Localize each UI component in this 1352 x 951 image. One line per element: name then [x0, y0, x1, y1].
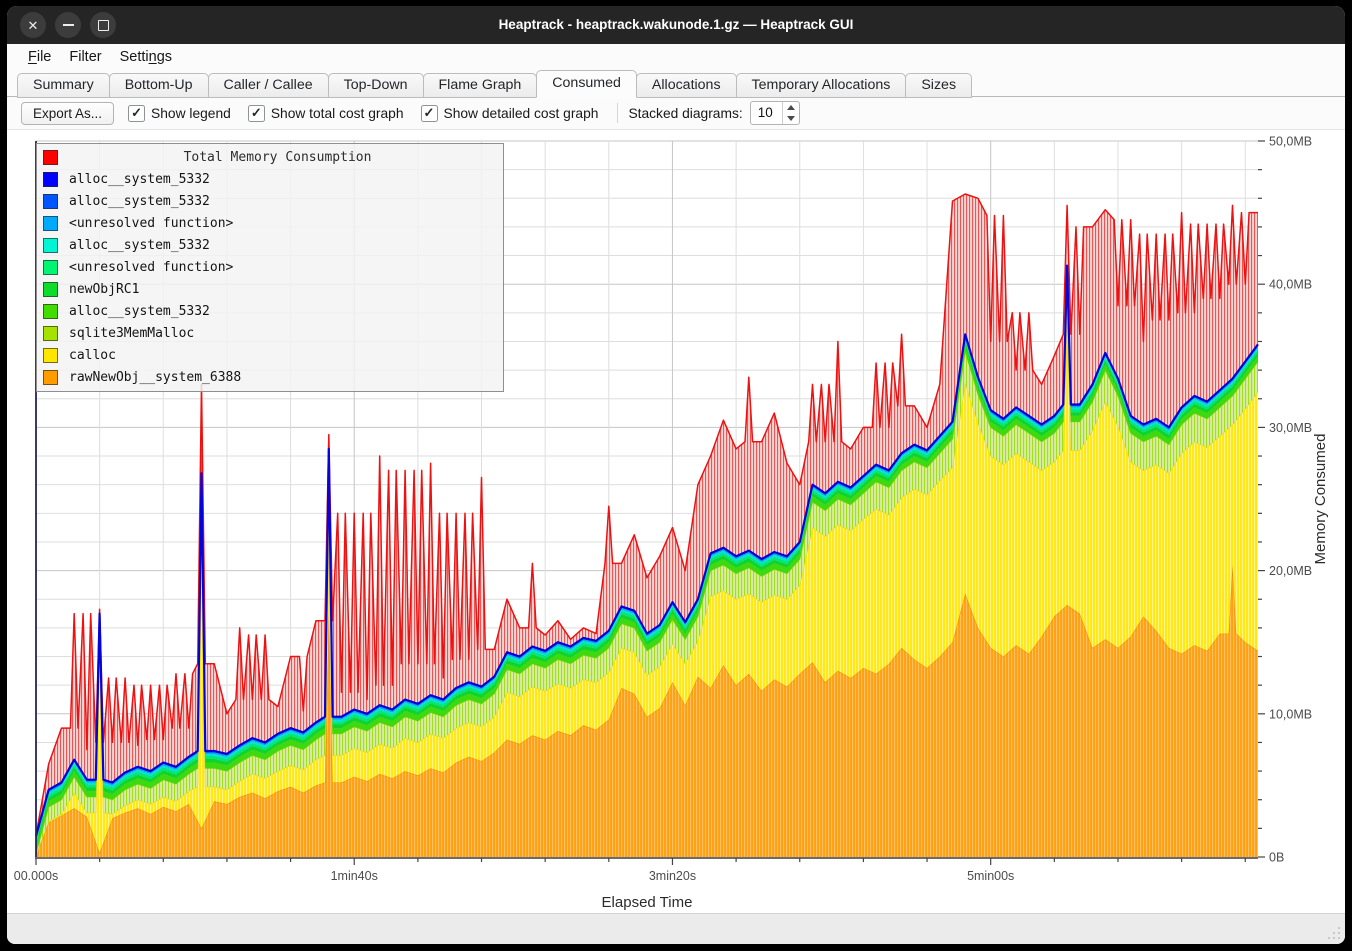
spin-up-button[interactable] — [783, 102, 799, 113]
checkbox-show-total-cost-graph[interactable]: ✓ Show total cost graph — [248, 105, 404, 122]
tab-consumed[interactable]: Consumed — [536, 70, 637, 98]
legend-label: <unresolved function> — [69, 260, 233, 275]
spin-down-button[interactable] — [783, 113, 799, 124]
tab-bar: SummaryBottom-UpCaller / CalleeTop-DownF… — [7, 70, 1345, 97]
stacked-diagrams-label: Stacked diagrams: — [628, 106, 742, 121]
tab-temporary-allocations[interactable]: Temporary Allocations — [736, 73, 907, 98]
x-tick-label: 5min00s — [967, 869, 1014, 883]
resize-grip-icon[interactable] — [1326, 925, 1340, 939]
y-tick-label: 50,0MB — [1269, 135, 1312, 149]
legend-label: alloc__system_5332 — [69, 304, 210, 319]
legend-label: sqlite3MemMalloc — [69, 326, 194, 341]
spinbox-arrows — [782, 102, 799, 124]
y-axis-title: Memory Consumed — [1312, 374, 1332, 624]
screenshot-root: { "window": { "title": "Heaptrack - heap… — [0, 0, 1352, 951]
legend-item: alloc__system_5332 — [37, 190, 503, 212]
legend-item: <unresolved function> — [37, 256, 503, 278]
menu-item-filter[interactable]: Filter — [60, 47, 110, 67]
legend-label: <unresolved function> — [69, 216, 233, 231]
legend-swatch — [43, 260, 58, 275]
legend-title-row: Total Memory Consumption — [37, 146, 503, 168]
tab-flame-graph[interactable]: Flame Graph — [423, 73, 538, 98]
legend-swatch — [43, 172, 58, 187]
x-axis-title: Elapsed Time — [7, 894, 1287, 911]
legend-label: newObjRC1 — [69, 282, 139, 297]
y-tick-label: 40,0MB — [1269, 278, 1312, 292]
legend-swatch — [43, 194, 58, 209]
legend-item: alloc__system_5332 — [37, 300, 503, 322]
legend-swatch — [43, 348, 58, 363]
legend-swatch — [43, 370, 58, 385]
toolbar-checkboxes: ✓ Show legend ✓ Show total cost graph ✓ Show … — [128, 105, 615, 122]
consumed-chart[interactable]: 0B 10,0MB 20,0MB 30,0MB 40,0MB 50,0MB 00.000s 1… — [7, 130, 1345, 913]
legend-label: calloc — [69, 348, 116, 363]
x-tick-label: 3min20s — [649, 869, 696, 883]
x-tick-label: 1min40s — [331, 869, 378, 883]
tab-top-down[interactable]: Top-Down — [328, 73, 424, 98]
toolbar-separator — [617, 103, 618, 123]
menu-item-settings[interactable]: Settings — [111, 47, 181, 67]
legend-swatch — [43, 216, 58, 231]
legend-item: rawNewObj__system_6388 — [37, 366, 503, 388]
legend-label: alloc__system_5332 — [69, 238, 210, 253]
menu-item-file[interactable]: File — [19, 47, 60, 67]
tab-allocations[interactable]: Allocations — [636, 73, 737, 98]
window-title: Heaptrack - heaptrack.wakunode.1.gz — He… — [7, 6, 1345, 44]
tab-summary[interactable]: Summary — [17, 73, 110, 98]
checkbox-label: Show total cost graph — [271, 106, 404, 121]
legend-item: newObjRC1 — [37, 278, 503, 300]
y-tick-label: 10,0MB — [1269, 707, 1312, 721]
legend-swatch — [43, 150, 58, 165]
toolbar: Export As... ✓ Show legend ✓ Show total cos… — [7, 97, 1345, 130]
y-tick-label: 30,0MB — [1269, 421, 1312, 435]
legend-item: sqlite3MemMalloc — [37, 322, 503, 344]
legend-label: rawNewObj__system_6388 — [69, 370, 241, 385]
chevron-up-icon — [787, 105, 795, 110]
legend-swatch — [43, 282, 58, 297]
app-window: ✕ Heaptrack - heaptrack.wakunode.1.gz — … — [7, 6, 1345, 944]
checkbox-show-legend[interactable]: ✓ Show legend — [128, 105, 231, 122]
tab-sizes[interactable]: Sizes — [905, 73, 972, 98]
chevron-down-icon — [787, 116, 795, 121]
checkbox-icon: ✓ — [128, 105, 145, 122]
legend-label: alloc__system_5332 — [69, 172, 210, 187]
stacked-diagrams-spinbox[interactable]: 10 — [750, 101, 800, 125]
menu-bar: FileFilterSettings — [7, 44, 1345, 70]
title-bar[interactable]: ✕ Heaptrack - heaptrack.wakunode.1.gz — … — [7, 6, 1345, 44]
legend-swatch — [43, 238, 58, 253]
export-as-button[interactable]: Export As... — [21, 102, 114, 125]
checkbox-icon: ✓ — [248, 105, 265, 122]
checkbox-icon: ✓ — [421, 105, 438, 122]
x-tick-label: 00.000s — [14, 869, 58, 883]
y-tick-label: 20,0MB — [1269, 564, 1312, 578]
legend-swatch — [43, 326, 58, 341]
y-tick-label: 0B — [1269, 851, 1284, 865]
tab-bottom-up[interactable]: Bottom-Up — [109, 73, 209, 98]
legend-item: alloc__system_5332 — [37, 234, 503, 256]
legend-item: alloc__system_5332 — [37, 168, 503, 190]
legend-label: Total Memory Consumption — [58, 150, 497, 165]
legend-swatch — [43, 304, 58, 319]
stacked-diagrams-value: 10 — [751, 102, 782, 124]
legend-label: alloc__system_5332 — [69, 194, 210, 209]
checkbox-label: Show legend — [151, 106, 231, 121]
checkbox-label: Show detailed cost graph — [444, 106, 599, 121]
legend-item: <unresolved function> — [37, 212, 503, 234]
status-bar — [7, 913, 1345, 944]
tab-caller-callee[interactable]: Caller / Callee — [208, 73, 329, 98]
chart-legend: Total Memory Consumption alloc__system_53… — [36, 143, 504, 392]
legend-item: calloc — [37, 344, 503, 366]
checkbox-show-detailed-cost-graph[interactable]: ✓ Show detailed cost graph — [421, 105, 599, 122]
